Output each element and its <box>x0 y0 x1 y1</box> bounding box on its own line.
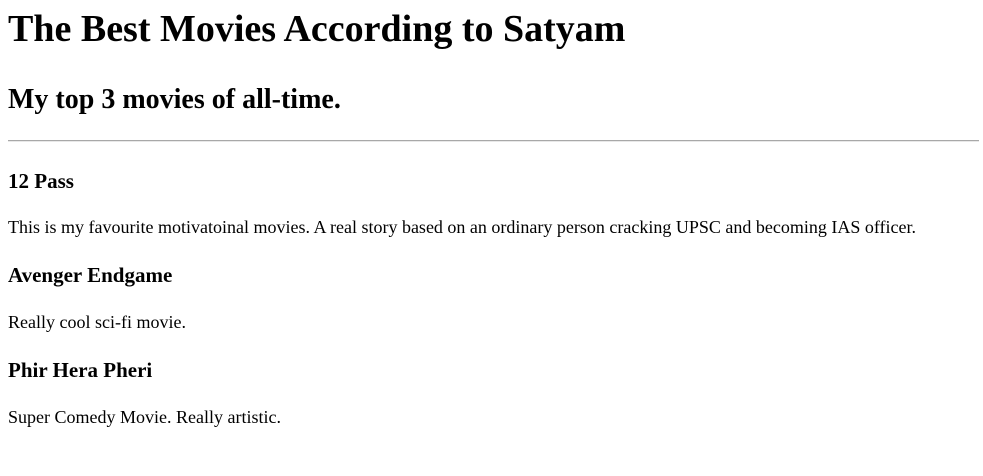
movie-list: 12 Pass This is my favourite motivatoina… <box>8 169 975 428</box>
movie-title: Phir Hera Pheri <box>8 358 153 382</box>
movie-title: 12 Pass <box>8 169 74 193</box>
page-subtitle: My top 3 movies of all-time. <box>8 84 341 115</box>
divider <box>8 140 979 142</box>
movie-description: Super Comedy Movie. Really artistic. <box>8 407 281 427</box>
page-content: The Best Movies According to Satyam My t… <box>0 0 983 428</box>
movie-title: Avenger Endgame <box>8 263 173 287</box>
movie-description: This is my favourite motivatoinal movies… <box>8 217 916 237</box>
movie-item: 12 Pass This is my favourite motivatoina… <box>8 169 975 238</box>
movie-item: Avenger Endgame Really cool sci-fi movie… <box>8 263 975 333</box>
movie-description: Really cool sci-fi movie. <box>8 312 186 332</box>
movie-item: Phir Hera Pheri Super Comedy Movie. Real… <box>8 358 975 428</box>
page-title: The Best Movies According to Satyam <box>8 8 626 50</box>
